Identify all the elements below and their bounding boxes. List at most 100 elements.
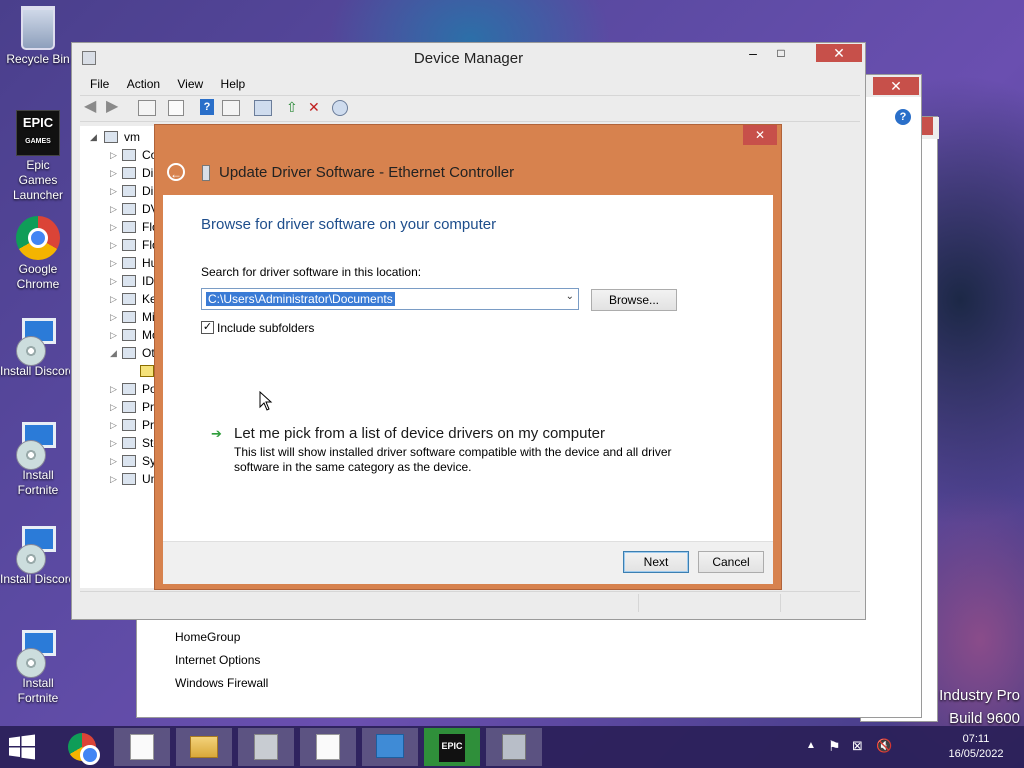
close-button[interactable]: ✕ xyxy=(743,125,777,145)
expand-arrow-icon[interactable]: ▷ xyxy=(110,398,117,416)
show-hide-icon[interactable] xyxy=(168,100,184,116)
taskbar-file-explorer[interactable] xyxy=(176,728,232,766)
dropdown-arrow-icon[interactable]: ⌄ xyxy=(566,291,574,302)
desktop-icon-epic-games[interactable]: EPIC GAMES Epic Games Launcher xyxy=(0,110,76,203)
browse-button[interactable]: Browse... xyxy=(591,289,677,311)
taskbar-device-manager[interactable] xyxy=(486,728,542,766)
desktop-icon-install-discord[interactable]: Install Discord xyxy=(0,318,76,379)
back-icon[interactable]: ◀ xyxy=(84,98,102,116)
menu-help[interactable]: Help xyxy=(221,77,246,91)
taskbar-installer[interactable] xyxy=(238,728,294,766)
status-divider xyxy=(638,594,639,612)
expand-arrow-icon[interactable]: ▷ xyxy=(110,272,117,290)
epic-games-icon: EPIC xyxy=(439,734,465,762)
close-button[interactable]: ✕ xyxy=(816,44,862,62)
help-icon[interactable]: ? xyxy=(895,109,911,125)
path-combobox[interactable]: C:\Users\Administrator\Documents ⌄ xyxy=(201,288,579,310)
expand-arrow-icon[interactable]: ▷ xyxy=(110,470,117,488)
tree-root[interactable]: ◢ vm xyxy=(80,128,155,146)
taskbar-control-panel[interactable] xyxy=(362,728,418,766)
clock[interactable]: 07:11 16/05/2022 xyxy=(938,732,1014,762)
taskbar-chrome[interactable] xyxy=(54,728,110,766)
include-subfolders-checkbox[interactable]: ✓ xyxy=(201,321,214,334)
show-hidden-icons-icon[interactable]: ▲ xyxy=(806,740,816,751)
desktop-icon-recycle-bin[interactable]: Recycle Bin xyxy=(0,6,76,67)
network-disconnected-icon[interactable]: ⊠ xyxy=(852,738,863,754)
expand-arrow-icon[interactable]: ▷ xyxy=(110,452,117,470)
menu-view[interactable]: View xyxy=(177,77,203,91)
minimize-button[interactable]: – xyxy=(740,43,766,63)
expand-arrow-icon[interactable]: ▷ xyxy=(110,218,117,236)
device-category-icon xyxy=(122,473,136,485)
tree-item[interactable]: ▷Mo xyxy=(80,326,155,344)
desktop-icon-install-discord[interactable]: Install Discord xyxy=(0,526,76,587)
expand-arrow-icon[interactable]: ▷ xyxy=(110,254,117,272)
expand-arrow-icon[interactable]: ◢ xyxy=(110,344,117,362)
expand-arrow-icon[interactable]: ▷ xyxy=(110,308,117,326)
tree-item[interactable]: ▷ Hu xyxy=(80,254,155,272)
tree-item[interactable]: ▷ DV xyxy=(80,200,155,218)
forward-icon[interactable]: ▶ xyxy=(106,98,124,116)
desktop-icon-install-fortnite[interactable]: Install Fortnite xyxy=(0,630,76,706)
properties-icon[interactable] xyxy=(138,100,156,116)
tree-item[interactable]: ▷Flo xyxy=(80,236,155,254)
tree-item[interactable]: ▷Flo xyxy=(80,218,155,236)
expand-arrow-icon[interactable]: ▷ xyxy=(110,146,117,164)
view-icon[interactable] xyxy=(222,100,240,116)
desktop-icon-chrome[interactable]: Google Chrome xyxy=(0,216,76,292)
next-button[interactable]: Next xyxy=(623,551,689,573)
close-button[interactable]: ✕ xyxy=(873,77,919,95)
tree-item[interactable]: ▷ Un xyxy=(80,470,155,488)
tree-item[interactable]: ▷Pri xyxy=(80,398,155,416)
expand-arrow-icon[interactable]: ▷ xyxy=(110,182,117,200)
expand-arrow-icon[interactable]: ▷ xyxy=(110,326,117,344)
action-center-flag-icon[interactable]: ⚑ xyxy=(828,738,841,755)
tree-item[interactable] xyxy=(80,362,155,380)
link-internet-options[interactable]: Internet Options xyxy=(175,653,260,667)
link-windows-firewall[interactable]: Windows Firewall xyxy=(175,676,268,690)
expand-arrow-icon[interactable]: ▷ xyxy=(110,380,117,398)
tree-item[interactable]: ▷Pro xyxy=(80,416,155,434)
installer-icon xyxy=(16,526,60,574)
device-category-icon xyxy=(122,311,136,323)
tree-item[interactable]: ▷ Co xyxy=(80,146,155,164)
expand-arrow-icon[interactable]: ▷ xyxy=(110,236,117,254)
desktop-icon-install-fortnite[interactable]: Install Fortnite xyxy=(0,422,76,498)
menu-file[interactable]: File xyxy=(90,77,109,91)
installer-icon xyxy=(16,318,60,366)
search-location-label: Search for driver software in this locat… xyxy=(201,265,422,279)
pick-from-list-link[interactable]: Let me pick from a list of device driver… xyxy=(234,425,605,442)
taskbar-epic-games[interactable]: EPIC xyxy=(424,728,480,766)
tree-item[interactable]: ▷ Di xyxy=(80,182,155,200)
scan-hardware-icon[interactable] xyxy=(254,100,272,116)
tree-item[interactable]: ▷Sto xyxy=(80,434,155,452)
maximize-button[interactable]: □ xyxy=(768,43,794,63)
tree-item[interactable]: ▷ Po xyxy=(80,380,155,398)
taskbar-notepad-2[interactable] xyxy=(300,728,356,766)
expand-arrow-icon[interactable]: ▷ xyxy=(110,164,117,182)
link-homegroup[interactable]: HomeGroup xyxy=(175,630,240,644)
tree-item[interactable]: ▷IDI xyxy=(80,272,155,290)
device-category-icon xyxy=(122,257,136,269)
tree-item[interactable]: ▷ Mi xyxy=(80,308,155,326)
cancel-button[interactable]: Cancel xyxy=(698,551,764,573)
menu-action[interactable]: Action xyxy=(127,77,160,91)
tree-item[interactable]: ▷ Sy xyxy=(80,452,155,470)
uninstall-icon[interactable]: ✕ xyxy=(308,98,326,116)
tree-item[interactable]: ◢ Ot xyxy=(80,344,155,362)
back-button[interactable]: ← xyxy=(167,163,185,181)
expand-arrow-icon[interactable]: ▷ xyxy=(110,434,117,452)
expand-arrow-icon[interactable]: ▷ xyxy=(110,200,117,218)
start-button[interactable] xyxy=(8,734,38,760)
desktop-icon-label: Install Discord xyxy=(0,364,70,378)
tree-item[interactable]: ▷ Ke xyxy=(80,290,155,308)
update-driver-icon[interactable]: ⇧ xyxy=(286,98,304,116)
expand-arrow-icon[interactable]: ▷ xyxy=(110,416,117,434)
expand-arrow-icon[interactable]: ▷ xyxy=(110,290,117,308)
taskbar-notepad[interactable] xyxy=(114,728,170,766)
path-input[interactable]: C:\Users\Administrator\Documents xyxy=(206,292,395,306)
help-icon[interactable]: ? xyxy=(200,99,214,115)
tree-item[interactable]: ▷ Di xyxy=(80,164,155,182)
volume-muted-icon[interactable]: 🔇 xyxy=(876,738,892,754)
disable-device-icon[interactable] xyxy=(332,100,348,116)
